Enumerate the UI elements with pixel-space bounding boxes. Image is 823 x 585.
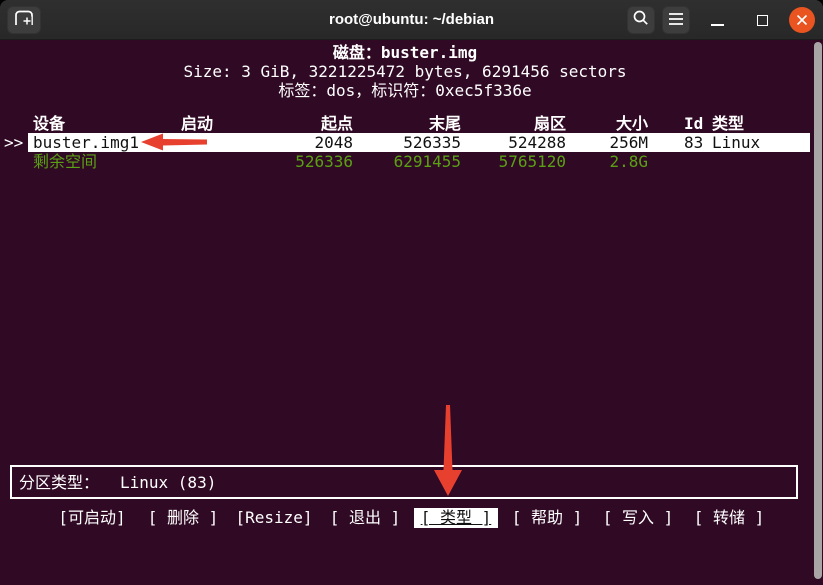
- menu-button-dump[interactable]: [ 转储 ]: [687, 508, 771, 528]
- minimize-icon: [711, 24, 724, 26]
- terminal-content[interactable]: 磁盘：buster.img Size: 3 GiB, 3221225472 by…: [0, 40, 823, 585]
- cell-start: 526336: [253, 152, 353, 171]
- menu-button-help[interactable]: [ 帮助 ]: [505, 508, 589, 528]
- cell-device: 剩余空间: [33, 152, 97, 171]
- col-header-id: Id: [684, 114, 703, 133]
- cell-size: 2.8G: [548, 152, 648, 171]
- window-title: root@ubuntu: ~/debian: [0, 0, 823, 40]
- disk-title: 磁盘：buster.img: [0, 43, 810, 62]
- col-header-device: 设备: [33, 114, 65, 133]
- cell-start: 2048: [253, 133, 353, 152]
- menu-button-bootable[interactable]: [可启动]: [50, 508, 134, 528]
- cell-id: 83: [684, 133, 703, 152]
- cell-end: 6291455: [361, 152, 461, 171]
- col-header-type: 类型: [712, 114, 744, 133]
- partition-type-value: Linux (83): [120, 473, 216, 492]
- hamburger-icon: [668, 11, 684, 30]
- menu-button-quit[interactable]: [ 退出 ]: [323, 508, 407, 528]
- col-header-boot: 启动: [181, 114, 213, 133]
- row-cursor: >>: [4, 133, 23, 152]
- col-header-end: 末尾: [361, 114, 461, 133]
- disk-label-line: 标签：dos，标识符：0xec5f336e: [0, 81, 810, 100]
- titlebar: root@ubuntu: ~/debian: [0, 0, 823, 40]
- menu-button-type[interactable]: [ 类型 ]: [414, 508, 498, 528]
- menu-button-delete[interactable]: [ 删除 ]: [141, 508, 225, 528]
- close-button[interactable]: [789, 7, 815, 33]
- search-icon: [632, 9, 650, 31]
- cell-end: 526335: [361, 133, 461, 152]
- partition-type-label: 分区类型：: [19, 473, 99, 492]
- menu-button-resize[interactable]: [Resize]: [232, 508, 316, 528]
- scrollbar[interactable]: [814, 42, 822, 579]
- col-header-size: 大小: [548, 114, 648, 133]
- cell-device: buster.img1: [33, 133, 139, 152]
- close-icon: [796, 11, 808, 30]
- terminal-window: root@ubuntu: ~/debian: [0, 0, 823, 585]
- menu-button-write[interactable]: [ 写入 ]: [596, 508, 680, 528]
- maximize-icon: [757, 15, 768, 26]
- cell-type: Linux: [712, 133, 760, 152]
- maximize-button[interactable]: [748, 6, 776, 34]
- search-button[interactable]: [627, 6, 655, 34]
- disk-size-line: Size: 3 GiB, 3221225472 bytes, 6291456 s…: [0, 62, 810, 81]
- cell-size: 256M: [548, 133, 648, 152]
- col-header-start: 起点: [253, 114, 353, 133]
- menu-button[interactable]: [662, 6, 690, 34]
- partition-type-info-box: 分区类型： Linux (83): [10, 465, 798, 499]
- minimize-button[interactable]: [703, 6, 731, 34]
